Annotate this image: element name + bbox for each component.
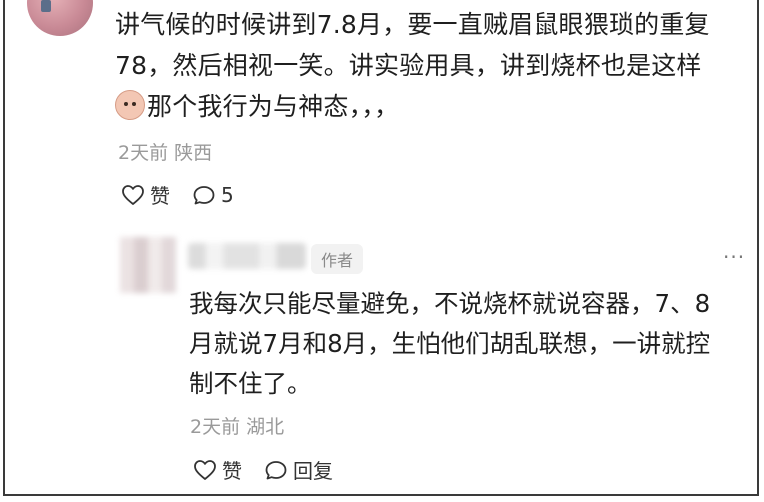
comment-line: 78，然后相视一笑。讲实验用具，讲到烧杯也是这样 <box>115 51 702 80</box>
baby-face-emoji-icon <box>115 90 145 120</box>
reply-line: 制不住了。 <box>189 369 312 398</box>
reply-body: 我每次只能尽量避免，不说烧杯就说容器，7、8 月就说7月和8月，生怕他们胡乱联想… <box>189 284 749 404</box>
comment-body: 讲气候的时候讲到7.8月，要一直贼眉鼠眼猥琐的重复 78，然后相视一笑。讲实验用… <box>115 4 745 127</box>
comment-bubble-icon <box>265 460 287 479</box>
reply-line: 月就说7月和8月，生怕他们胡乱联想，一讲就控 <box>189 329 711 358</box>
reply-meta: 2天前 湖北 <box>190 416 285 438</box>
comment-thread: 讲气候的时候讲到7.8月，要一直贼眉鼠眼猥琐的重复 78，然后相视一笑。讲实验用… <box>3 0 759 496</box>
reply-author-name-blurred[interactable] <box>188 243 306 269</box>
heart-icon <box>194 459 216 480</box>
author-badge: 作者 <box>311 244 364 274</box>
more-options-icon[interactable]: ··· <box>723 247 745 267</box>
reply-like-button[interactable]: 赞 <box>193 455 242 484</box>
heart-icon <box>122 184 144 205</box>
commenter-avatar[interactable] <box>27 0 93 36</box>
reply-author-avatar[interactable] <box>120 237 176 293</box>
reply-button[interactable]: 回复 <box>264 455 333 484</box>
reply-label: 回复 <box>293 459 333 483</box>
reply-line: 我每次只能尽量避免，不说烧杯就说容器，7、8 <box>189 289 711 318</box>
like-label: 赞 <box>150 184 170 208</box>
reply-count-button[interactable]: 5 <box>192 183 234 207</box>
comment-meta: 2天前 陕西 <box>118 142 213 164</box>
reply-actions: 赞 回复 <box>193 455 333 484</box>
comment-bubble-icon <box>193 185 215 204</box>
like-label: 赞 <box>222 459 242 483</box>
comment-line: 讲气候的时候讲到7.8月，要一直贼眉鼠眼猥琐的重复 <box>115 10 710 39</box>
reply-count: 5 <box>221 182 234 207</box>
like-button[interactable]: 赞 <box>121 180 170 209</box>
avatar-detail <box>41 0 51 12</box>
comment-actions: 赞 5 <box>121 180 234 209</box>
comment-line-text: 那个我行为与神态，，， <box>147 92 400 121</box>
comment-line: 那个我行为与神态，，， <box>115 86 745 127</box>
